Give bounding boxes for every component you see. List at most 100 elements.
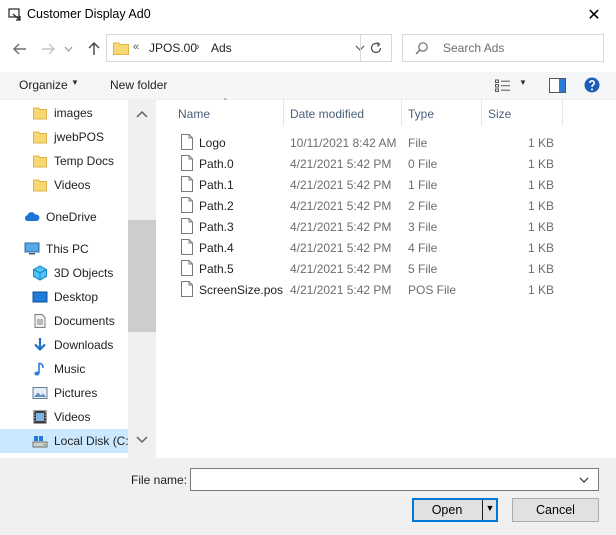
file-date: 4/21/2021 5:42 PM (290, 220, 392, 234)
column-header-size[interactable]: Size (488, 100, 511, 126)
column-divider[interactable] (283, 100, 284, 126)
file-size: 1 KB (527, 178, 554, 192)
sidebar-item-label: images (54, 106, 93, 120)
details-view-icon[interactable] (495, 79, 511, 93)
sidebar-item-label: Videos (54, 410, 91, 424)
title-bar: Customer Display Ad0 ✕ (0, 0, 616, 30)
file-date: 4/21/2021 5:42 PM (290, 199, 392, 213)
cube-icon (33, 265, 47, 281)
folder-icon (113, 42, 129, 55)
scrollbar-thumb[interactable] (128, 220, 156, 332)
open-dropdown-icon[interactable]: ▼ (484, 503, 496, 513)
file-icon (181, 176, 193, 192)
recent-locations-button[interactable] (60, 38, 76, 60)
file-date: 4/21/2021 5:42 PM (290, 262, 392, 276)
back-button[interactable] (9, 38, 31, 60)
file-type: 0 File (408, 157, 438, 171)
file-name-input[interactable] (190, 468, 599, 491)
sidebar-item-label: Local Disk (C:) (54, 434, 133, 448)
chevron-down-icon[interactable]: ▼ (71, 78, 79, 87)
file-size: 1 KB (527, 241, 554, 255)
column-divider[interactable] (481, 100, 482, 126)
scroll-down-icon[interactable] (136, 436, 148, 444)
forward-arrow-icon (42, 43, 55, 55)
address-bar[interactable]: « JPOS.00 › Ads (106, 34, 392, 62)
preview-pane-icon[interactable] (549, 78, 566, 93)
folder-icon (33, 155, 47, 168)
file-size: 1 KB (527, 199, 554, 213)
sidebar-item-local-disk[interactable]: Local Disk (C:) (0, 429, 133, 453)
sidebar-item-label: 3D Objects (54, 266, 114, 280)
new-folder-button[interactable]: New folder (110, 78, 167, 92)
file-type: POS File (408, 283, 457, 297)
file-type: 3 File (408, 220, 438, 234)
column-header-name[interactable]: Name (178, 100, 210, 126)
search-input[interactable]: Search Ads (443, 41, 504, 55)
navigation-pane[interactable]: images jwebPOS Temp Docs Videos OneDrive… (0, 100, 156, 458)
up-arrow-icon (88, 42, 100, 55)
column-header-type[interactable]: Type (408, 100, 434, 126)
cloud-icon (24, 212, 40, 221)
open-button[interactable]: Open ▼ (412, 498, 498, 522)
file-list[interactable]: ⌃ Name Date modified Type Size Logo 10/1… (170, 97, 616, 458)
file-row[interactable]: Logo 10/11/2021 8:42 AM File 1 KB (170, 132, 616, 153)
cancel-button[interactable]: Cancel (512, 498, 599, 522)
chevron-down-icon[interactable]: ▼ (519, 78, 527, 87)
breadcrumb-item[interactable]: JPOS.00 (149, 41, 197, 55)
file-size: 1 KB (527, 157, 554, 171)
up-button[interactable] (83, 38, 105, 60)
file-size: 1 KB (527, 220, 554, 234)
folder-icon (33, 179, 47, 192)
navigation-scrollbar[interactable] (128, 100, 156, 458)
sidebar-item-label: Videos (54, 178, 91, 192)
file-name-label: File name: (131, 473, 188, 487)
sort-ascending-icon: ⌃ (222, 97, 229, 106)
file-row[interactable]: Path.5 4/21/2021 5:42 PM 5 File 1 KB (170, 258, 616, 279)
file-date: 10/11/2021 8:42 AM (290, 136, 397, 150)
file-name: Path.2 (199, 199, 234, 213)
column-divider[interactable] (562, 100, 563, 126)
file-icon (181, 134, 193, 150)
dialog-footer: File name: Open ▼ Cancel (0, 458, 616, 535)
file-type: 5 File (408, 262, 438, 276)
breadcrumb-separator[interactable]: › (196, 41, 200, 53)
file-name-dropdown[interactable] (574, 471, 594, 489)
close-button[interactable]: ✕ (572, 0, 616, 30)
column-header-date-modified[interactable]: Date modified (290, 100, 364, 126)
scroll-up-icon[interactable] (136, 110, 148, 118)
desktop-icon (32, 291, 48, 303)
file-size: 1 KB (527, 262, 554, 276)
column-divider[interactable] (401, 100, 402, 126)
file-row[interactable]: Path.0 4/21/2021 5:42 PM 0 File 1 KB (170, 153, 616, 174)
file-row[interactable]: ScreenSize.pos 4/21/2021 5:42 PM POS Fil… (170, 279, 616, 300)
forward-button[interactable] (37, 38, 59, 60)
back-arrow-icon (13, 43, 26, 55)
organize-button[interactable]: Organize (19, 78, 68, 92)
file-row[interactable]: Path.3 4/21/2021 5:42 PM 3 File 1 KB (170, 216, 616, 237)
file-name: Path.1 (199, 178, 234, 192)
refresh-button[interactable] (360, 34, 390, 62)
file-date: 4/21/2021 5:42 PM (290, 283, 392, 297)
file-icon (181, 260, 193, 276)
breadcrumb-item[interactable]: Ads (211, 41, 232, 55)
file-row[interactable]: Path.2 4/21/2021 5:42 PM 2 File 1 KB (170, 195, 616, 216)
chevron-down-icon (579, 477, 589, 483)
sidebar-item-label: OneDrive (46, 210, 97, 224)
help-icon[interactable] (584, 77, 600, 93)
window-title: Customer Display Ad0 (27, 7, 151, 21)
file-type: 1 File (408, 178, 438, 192)
breadcrumb-overflow[interactable]: « (133, 41, 139, 53)
file-row[interactable]: Path.4 4/21/2021 5:42 PM 4 File 1 KB (170, 237, 616, 258)
folder-icon (33, 131, 47, 144)
documents-icon (34, 314, 46, 328)
file-type: 2 File (408, 199, 438, 213)
file-name: Path.0 (199, 157, 234, 171)
pictures-icon (32, 387, 48, 399)
file-row[interactable]: Path.1 4/21/2021 5:42 PM 1 File 1 KB (170, 174, 616, 195)
open-button-label[interactable]: Open (414, 503, 480, 517)
file-name: Path.3 (199, 220, 234, 234)
file-icon (181, 239, 193, 255)
search-box[interactable]: Search Ads (402, 34, 604, 62)
file-size: 1 KB (527, 136, 554, 150)
pc-icon (24, 242, 40, 255)
